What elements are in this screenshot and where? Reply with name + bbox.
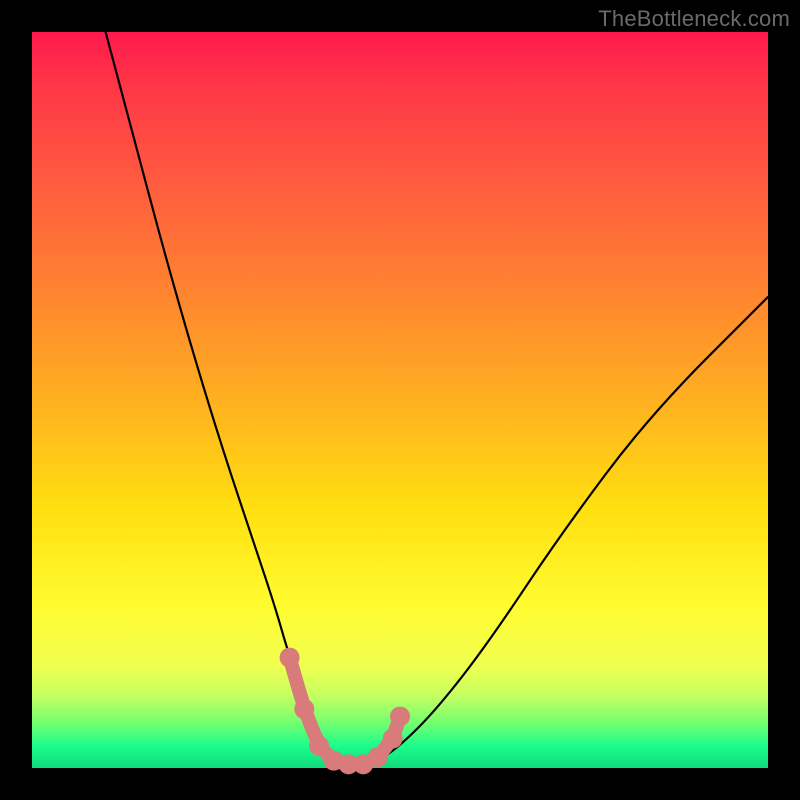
marker-point — [383, 729, 403, 749]
plot-area — [32, 32, 768, 768]
marker-point — [368, 747, 388, 767]
marker-point — [309, 736, 329, 756]
marker-point — [294, 699, 314, 719]
marker-point — [280, 648, 300, 668]
bottleneck-curve — [106, 32, 768, 764]
chart-svg — [32, 32, 768, 768]
chart-frame: TheBottleneck.com — [0, 0, 800, 800]
watermark-text: TheBottleneck.com — [598, 6, 790, 32]
marker-point — [390, 706, 410, 726]
